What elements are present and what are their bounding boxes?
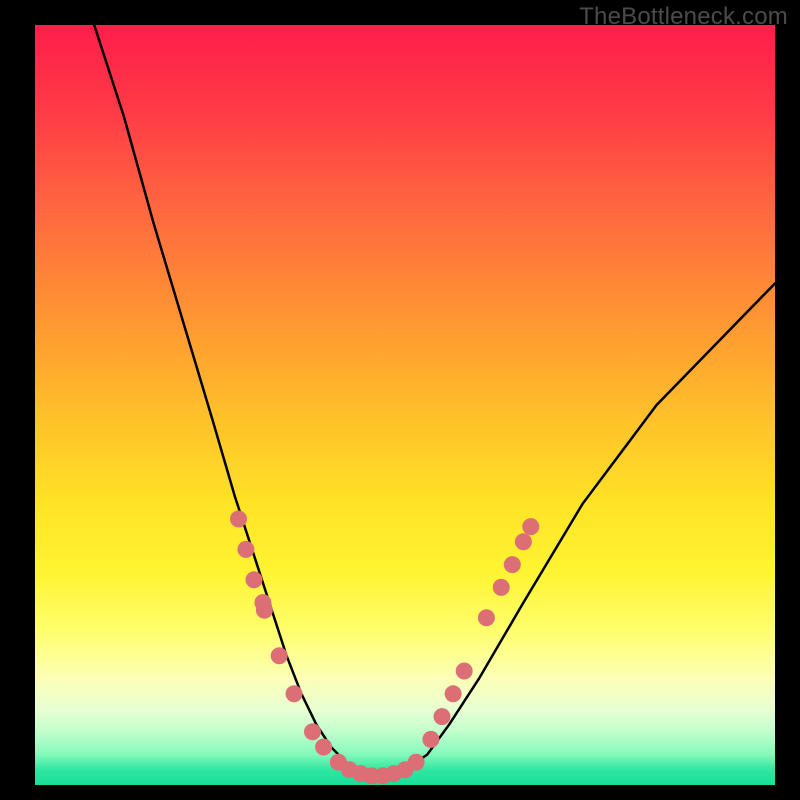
marker-dot — [504, 556, 521, 573]
marker-dot — [304, 723, 321, 740]
marker-dot — [434, 708, 451, 725]
chart-frame: TheBottleneck.com — [0, 0, 800, 800]
marker-dot — [522, 518, 539, 535]
marker-dot — [315, 739, 332, 756]
marker-dot — [256, 602, 273, 619]
marker-dot — [445, 685, 462, 702]
marker-dot — [493, 579, 510, 596]
plot-area — [35, 25, 775, 785]
marker-dot — [271, 647, 288, 664]
marker-dot — [246, 571, 263, 588]
marker-dot — [237, 541, 254, 558]
marker-group — [230, 511, 539, 785]
chart-svg — [35, 25, 775, 785]
watermark-text: TheBottleneck.com — [579, 3, 788, 31]
marker-dot — [230, 511, 247, 528]
marker-dot — [478, 609, 495, 626]
marker-dot — [408, 754, 425, 771]
marker-dot — [456, 663, 473, 680]
marker-dot — [422, 731, 439, 748]
marker-dot — [515, 533, 532, 550]
bottleneck-curve — [94, 25, 775, 777]
marker-dot — [286, 685, 303, 702]
